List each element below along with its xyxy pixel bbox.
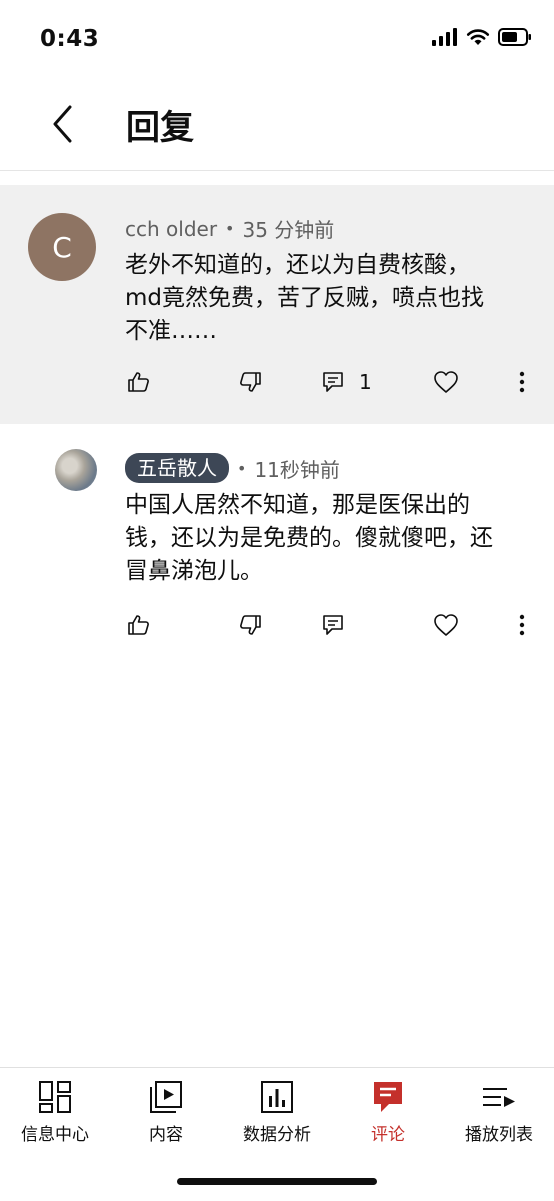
heart-icon xyxy=(434,614,458,636)
comment-time: 35 分钟前 xyxy=(242,218,335,242)
back-button[interactable] xyxy=(42,100,82,148)
comment-text-line: 老外不知道的，还以为自费核酸， xyxy=(125,252,470,278)
dislike-button[interactable] xyxy=(238,605,262,645)
reply-text-line: 冒鼻涕泡儿。 xyxy=(125,558,263,584)
comment-meta: cch older • 35 分钟前 xyxy=(125,214,334,243)
like-button[interactable] xyxy=(127,605,151,645)
reply-author-chip[interactable]: 五岳散人 xyxy=(125,453,229,483)
content-icon xyxy=(150,1081,182,1113)
reply-button[interactable] xyxy=(321,605,345,645)
reply-meta: 五岳散人 • 11秒钟前 xyxy=(125,453,340,483)
home-indicator[interactable] xyxy=(177,1178,377,1185)
thumbs-down-icon xyxy=(240,615,261,635)
comment-actions: 1 xyxy=(0,362,554,402)
comment-text-line: md竟然免费，苦了反贼，喷点也找 xyxy=(125,285,485,311)
reply-text-line: 中国人居然不知道，那是医保出的 xyxy=(125,492,470,518)
heart-button[interactable] xyxy=(433,362,459,402)
back-arrow-icon xyxy=(53,105,72,143)
comment-text: 老外不知道的，还以为自费核酸， md竟然免费，苦了反贼，喷点也找 不准…… xyxy=(125,249,484,348)
comments-icon xyxy=(374,1082,402,1112)
thumbs-up-icon xyxy=(128,372,149,392)
nav-comments[interactable]: 评论 xyxy=(333,1068,443,1158)
nav-label: 数据分析 xyxy=(243,1125,311,1145)
nav-content[interactable]: 内容 xyxy=(111,1068,221,1158)
reply-actions xyxy=(0,605,554,645)
status-bar: 0:43 xyxy=(0,0,554,80)
more-options-button[interactable] xyxy=(514,605,530,645)
dislike-button[interactable] xyxy=(238,362,262,402)
nav-dashboard[interactable]: 信息中心 xyxy=(0,1068,110,1158)
nav-label: 信息中心 xyxy=(21,1125,89,1145)
more-options-button[interactable] xyxy=(514,362,530,402)
playlist-icon xyxy=(483,1088,515,1107)
reply-text-line: 钱，还以为是免费的。傻就傻吧，还 xyxy=(125,525,493,551)
avatar[interactable]: C xyxy=(28,213,96,281)
status-time: 0:43 xyxy=(40,26,100,52)
analytics-icon xyxy=(261,1081,293,1113)
comment-icon xyxy=(323,372,343,392)
cellular-signal-icon xyxy=(432,28,457,46)
parent-comment: C cch older • 35 分钟前 老外不知道的，还以为自费核酸， md竟… xyxy=(0,185,554,424)
meta-separator: • xyxy=(225,219,235,238)
battery-icon xyxy=(498,28,531,46)
nav-label: 评论 xyxy=(371,1125,405,1145)
comment-author[interactable]: cch older xyxy=(125,217,217,241)
nav-playlists[interactable]: 播放列表 xyxy=(444,1068,554,1158)
reply-avatar[interactable] xyxy=(55,449,97,491)
header: 回复 xyxy=(0,80,554,171)
more-vertical-icon xyxy=(519,371,525,393)
reply-count: 1 xyxy=(359,370,372,394)
nav-analytics[interactable]: 数据分析 xyxy=(222,1068,332,1158)
comment-text-line: 不准…… xyxy=(125,318,217,344)
page-title: 回复 xyxy=(126,108,194,148)
bottom-nav: 信息中心 内容 数据分析 评论 播放列表 xyxy=(0,1067,554,1201)
heart-icon xyxy=(434,371,458,393)
status-icons xyxy=(432,28,532,46)
more-vertical-icon xyxy=(519,614,525,636)
wifi-icon xyxy=(466,29,490,45)
thumbs-up-icon xyxy=(128,615,149,635)
nav-label: 播放列表 xyxy=(465,1125,533,1145)
meta-separator: • xyxy=(237,458,247,478)
nav-label: 内容 xyxy=(149,1125,183,1145)
reply-time: 11秒钟前 xyxy=(254,457,340,482)
like-button[interactable] xyxy=(127,362,151,402)
comment-icon xyxy=(323,615,343,635)
heart-button[interactable] xyxy=(433,605,459,645)
thumbs-down-icon xyxy=(240,372,261,392)
replies-button[interactable]: 1 xyxy=(321,362,372,402)
reply-text: 中国人居然不知道，那是医保出的 钱，还以为是免费的。傻就傻吧，还 冒鼻涕泡儿。 xyxy=(125,489,493,588)
dashboard-icon xyxy=(39,1081,71,1113)
